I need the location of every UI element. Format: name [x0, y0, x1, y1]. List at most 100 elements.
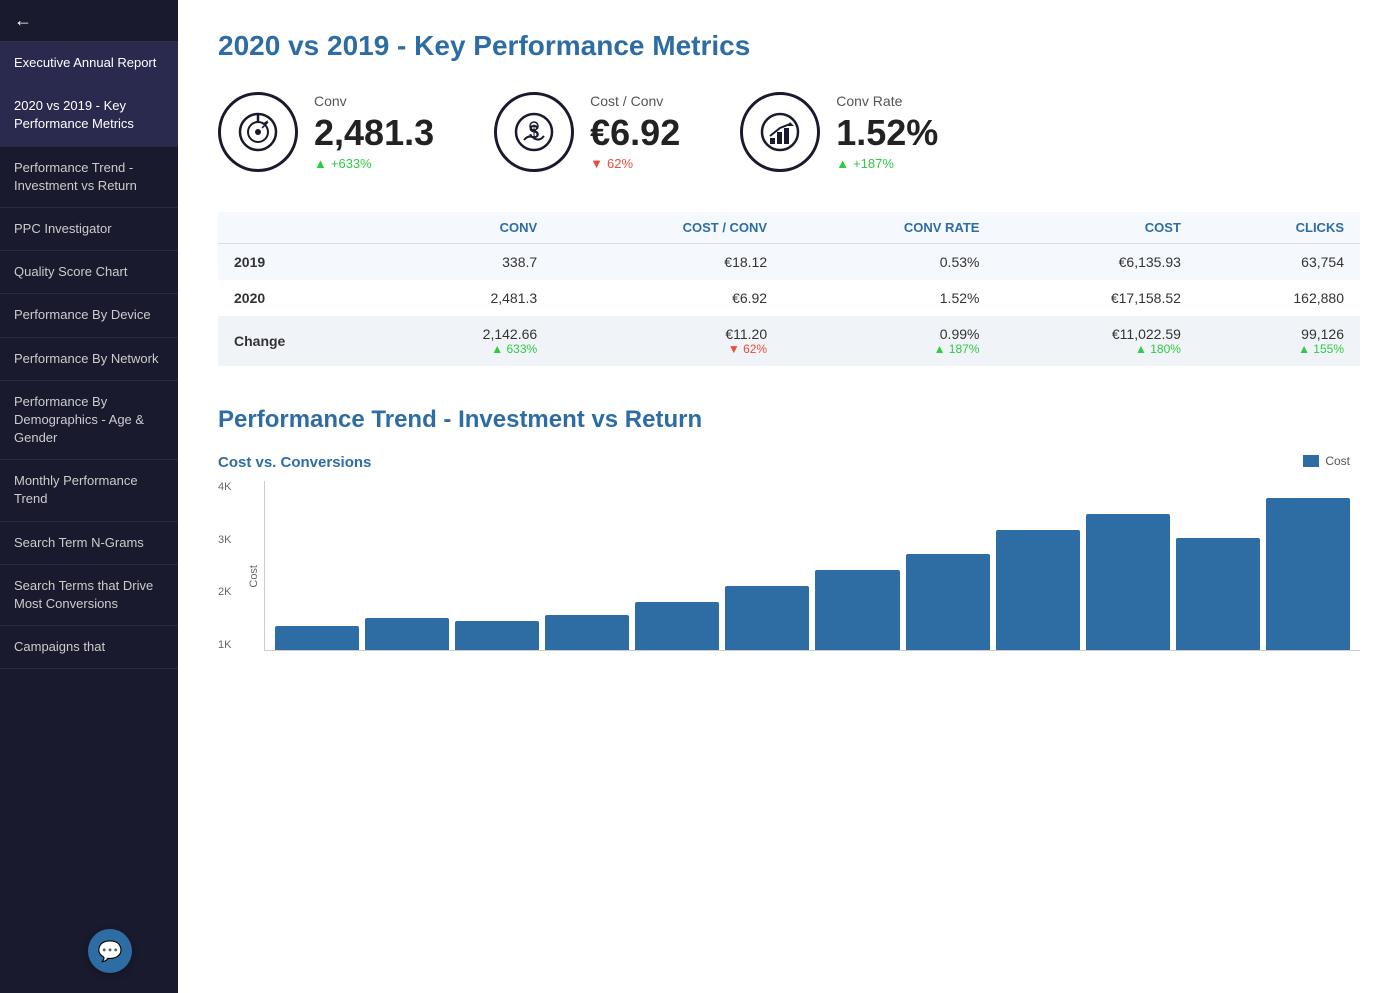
y-axis: 4K 3K 2K 1K: [218, 481, 248, 651]
sidebar-item-monthly-performance-trend[interactable]: Monthly Performance Trend: [0, 460, 178, 521]
cost-change-pct: ▲ 180%: [1135, 342, 1181, 356]
y-axis-label: Cost: [248, 565, 260, 588]
sidebar-item-ppc-investigator[interactable]: PPC Investigator: [0, 208, 178, 251]
conv-change-pct: ▲ 633%: [491, 342, 537, 356]
y-label-1k: 1K: [218, 639, 242, 651]
table-row: Change 2,142.66 ▲ 633% €11.20 ▼ 62% 0.99: [218, 316, 1360, 366]
arrow-up-icon-2: [836, 156, 849, 171]
performance-table: CONV COST / CONV CONV RATE COST CLICKS 2…: [218, 212, 1360, 366]
row-clicks-2019: 63,754: [1197, 244, 1360, 281]
conv-rate-change-pct: ▲ 187%: [934, 342, 980, 356]
kpi-label-conv: Conv: [314, 93, 434, 109]
col-header-cost-conv: COST / CONV: [553, 212, 783, 244]
sidebar-item-performance-by-network[interactable]: Performance By Network: [0, 338, 178, 381]
arrow-up-icon: [314, 156, 327, 171]
col-header-clicks: CLICKS: [1197, 212, 1360, 244]
kpi-change-conv-rate: +187%: [836, 156, 938, 171]
sidebar-item-search-term-ngrams[interactable]: Search Term N-Grams: [0, 522, 178, 565]
chart-bar: [906, 554, 990, 650]
row-cost-conv-change: €11.20 ▼ 62%: [553, 316, 783, 366]
chart-bar: [365, 618, 449, 650]
change-cell-conv-rate: 0.99% ▲ 187%: [799, 326, 979, 356]
row-conv-rate-change: 0.99% ▲ 187%: [783, 316, 995, 366]
kpi-change-conv: +633%: [314, 156, 434, 171]
chart-legend: Cost: [1303, 454, 1350, 468]
legend-label-cost: Cost: [1325, 454, 1350, 468]
col-header-cost: COST: [995, 212, 1196, 244]
row-label-change: Change: [218, 316, 382, 366]
kpi-label-conv-rate: Conv Rate: [836, 93, 938, 109]
change-cell-cost: €11,022.59 ▲ 180%: [1011, 326, 1180, 356]
chart-bar: [815, 570, 899, 650]
col-header-conv: CONV: [382, 212, 553, 244]
row-conv-2019: 338.7: [382, 244, 553, 281]
chat-bubble[interactable]: 💬: [88, 929, 132, 973]
row-conv-rate-2020: 1.52%: [783, 280, 995, 316]
y-axis-label-wrap: Cost: [248, 481, 260, 671]
clicks-change-pct: ▲ 155%: [1298, 342, 1344, 356]
chart-bar: [455, 621, 539, 650]
sidebar-item-2020-vs-2019-kpm[interactable]: 2020 vs 2019 - Key Performance Metrics: [0, 85, 178, 146]
kpi-info-conv: Conv 2,481.3 +633%: [314, 93, 434, 172]
sidebar-item-executive-annual-report[interactable]: Executive Annual Report: [0, 42, 178, 85]
kpi-label-cost-conv: Cost / Conv: [590, 93, 680, 109]
kpi-row: Conv 2,481.3 +633% $ Cost / Conv €6.9: [218, 92, 1360, 172]
legend-box-cost: [1303, 455, 1319, 467]
main-content: 2020 vs 2019 - Key Performance Metrics C…: [178, 0, 1400, 993]
y-label-4k: 4K: [218, 481, 242, 493]
sidebar-back-button[interactable]: ←: [0, 0, 178, 42]
chart-bar: [1086, 514, 1170, 650]
kpi-card-conv-rate: Conv Rate 1.52% +187%: [740, 92, 938, 172]
kpi-value-conv-rate: 1.52%: [836, 113, 938, 153]
y-label-3k: 3K: [218, 534, 242, 546]
chart-bar: [275, 626, 359, 650]
kpi-info-conv-rate: Conv Rate 1.52% +187%: [836, 93, 938, 172]
bars-area: [264, 481, 1360, 651]
chart-container: Cost vs. Conversions Cost 4K 3K 2K 1K Co…: [218, 454, 1360, 684]
row-label-2020: 2020: [218, 280, 382, 316]
change-cell-cost-conv: €11.20 ▼ 62%: [569, 326, 767, 356]
kpi-card-conv: Conv 2,481.3 +633%: [218, 92, 434, 172]
chart-bar: [725, 586, 809, 650]
chart-bar: [996, 530, 1080, 650]
chart-title: Cost vs. Conversions: [218, 454, 1360, 471]
row-conv-rate-2019: 0.53%: [783, 244, 995, 281]
kpi-info-cost-conv: Cost / Conv €6.92 62%: [590, 93, 680, 172]
change-cell-clicks: 99,126 ▲ 155%: [1213, 326, 1344, 356]
chart-body: 4K 3K 2K 1K Cost: [218, 481, 1360, 671]
row-conv-2020: 2,481.3: [382, 280, 553, 316]
row-cost-conv-2019: €18.12: [553, 244, 783, 281]
col-header-conv-rate: CONV RATE: [783, 212, 995, 244]
table-row: 2019 338.7 €18.12 0.53% €6,135.93 63,754: [218, 244, 1360, 281]
sidebar-item-quality-score-chart[interactable]: Quality Score Chart: [0, 251, 178, 294]
kpi-value-cost-conv: €6.92: [590, 113, 680, 153]
sidebar-item-campaigns-that[interactable]: Campaigns that: [0, 626, 178, 669]
kpi-icon-cost-conv: $: [494, 92, 574, 172]
kpi-value-conv: 2,481.3: [314, 113, 434, 153]
row-clicks-2020: 162,880: [1197, 280, 1360, 316]
col-header-empty: [218, 212, 382, 244]
row-cost-conv-2020: €6.92: [553, 280, 783, 316]
chart-bar: [1266, 498, 1350, 650]
page-title: 2020 vs 2019 - Key Performance Metrics: [218, 30, 1360, 62]
row-cost-2020: €17,158.52: [995, 280, 1196, 316]
kpi-icon-conv: [218, 92, 298, 172]
change-cell-conv: 2,142.66 ▲ 633%: [398, 326, 537, 356]
kpi-card-cost-conv: $ Cost / Conv €6.92 62%: [494, 92, 680, 172]
row-conv-change: 2,142.66 ▲ 633%: [382, 316, 553, 366]
table-row: 2020 2,481.3 €6.92 1.52% €17,158.52 162,…: [218, 280, 1360, 316]
sidebar-item-performance-by-device[interactable]: Performance By Device: [0, 294, 178, 337]
sidebar-item-performance-by-demographics[interactable]: Performance By Demographics - Age & Gend…: [0, 381, 178, 461]
row-cost-change: €11,022.59 ▲ 180%: [995, 316, 1196, 366]
sidebar-item-performance-trend[interactable]: Performance Trend - Investment vs Return: [0, 147, 178, 208]
section2-title: Performance Trend - Investment vs Return: [218, 406, 1360, 434]
sidebar-item-search-terms-most[interactable]: Search Terms that Drive Most Conversions: [0, 565, 178, 626]
arrow-down-icon: [590, 156, 603, 171]
row-label-2019: 2019: [218, 244, 382, 281]
row-cost-2019: €6,135.93: [995, 244, 1196, 281]
chart-bar: [545, 615, 629, 650]
y-label-2k: 2K: [218, 586, 242, 598]
cost-conv-change-pct: ▼ 62%: [728, 342, 767, 356]
chart-bar: [1176, 538, 1260, 650]
kpi-icon-conv-rate: [740, 92, 820, 172]
